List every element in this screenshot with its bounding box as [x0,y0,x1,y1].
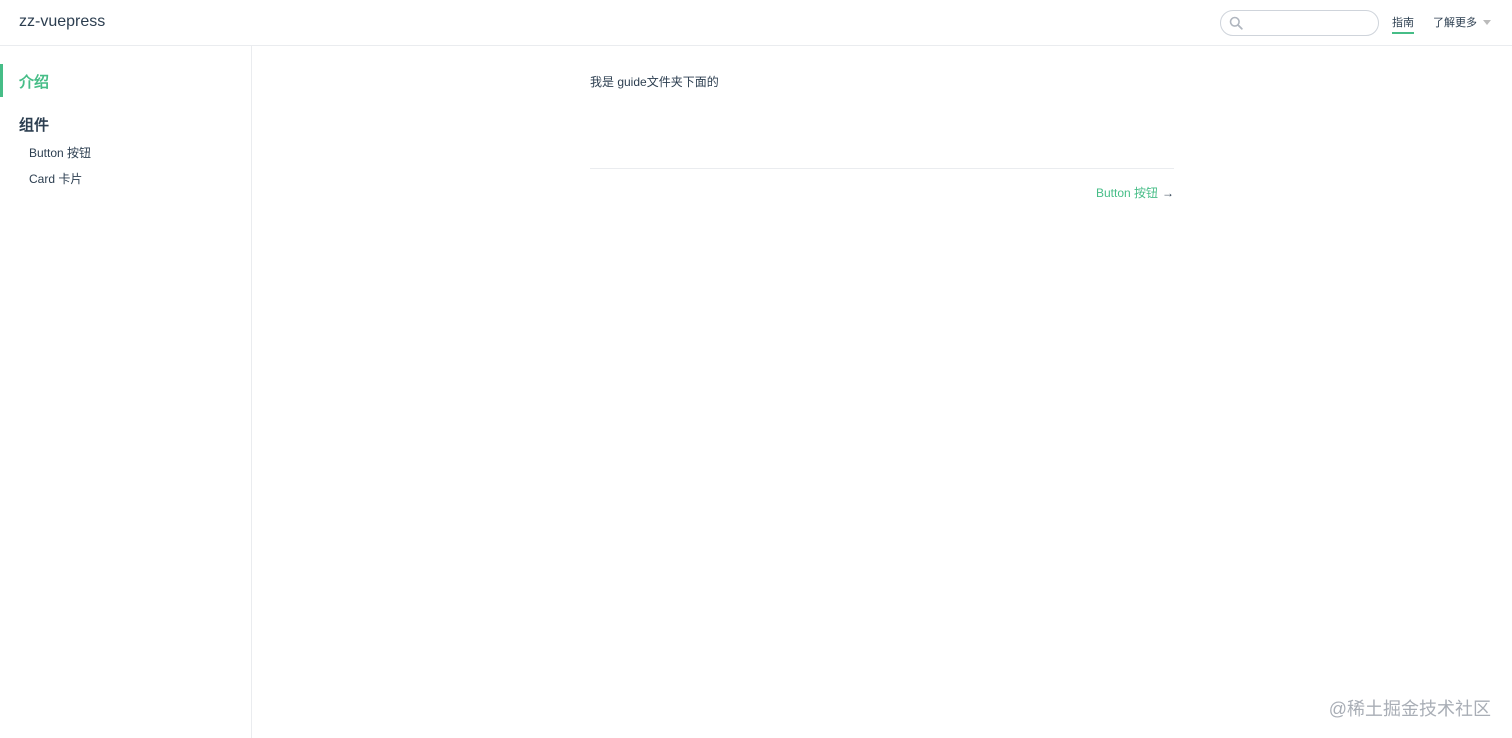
sidebar-item-intro-label: 介绍 [19,74,50,91]
site-name-link[interactable]: zz-vuepress [19,13,105,31]
next-page-link[interactable]: Button 按钮 [1096,186,1158,200]
navbar: zz-vuepress 指南 了解更多 [0,0,1512,46]
search-input[interactable] [1247,14,1373,32]
nav-dropdown-learn-more[interactable]: 了解更多 [1433,15,1491,31]
page-nav-divider [590,168,1174,169]
content-paragraph: 我是 guide文件夹下面的 [590,75,719,89]
sidebar-item-card[interactable]: Card 卡片 [29,170,82,187]
page-content: 我是 guide文件夹下面的 [590,74,1174,90]
nav-dropdown-label: 了解更多 [1433,17,1477,29]
caret-down-icon [1483,19,1491,25]
arrow-right-icon: → [1162,186,1174,200]
sidebar-group-components[interactable]: 组件 [19,114,49,135]
sidebar-item-button[interactable]: Button 按钮 [29,144,91,161]
search-box[interactable] [1220,10,1379,36]
sidebar: 介绍 组件 Button 按钮 Card 卡片 [0,46,252,738]
search-icon [1229,16,1243,30]
watermark: @稀土掘金技术社区 [1328,699,1491,719]
sidebar-item-intro[interactable]: 介绍 [0,64,252,97]
page-nav-next: Button 按钮 → [1096,185,1174,201]
nav-link-guide[interactable]: 指南 [1392,15,1414,34]
